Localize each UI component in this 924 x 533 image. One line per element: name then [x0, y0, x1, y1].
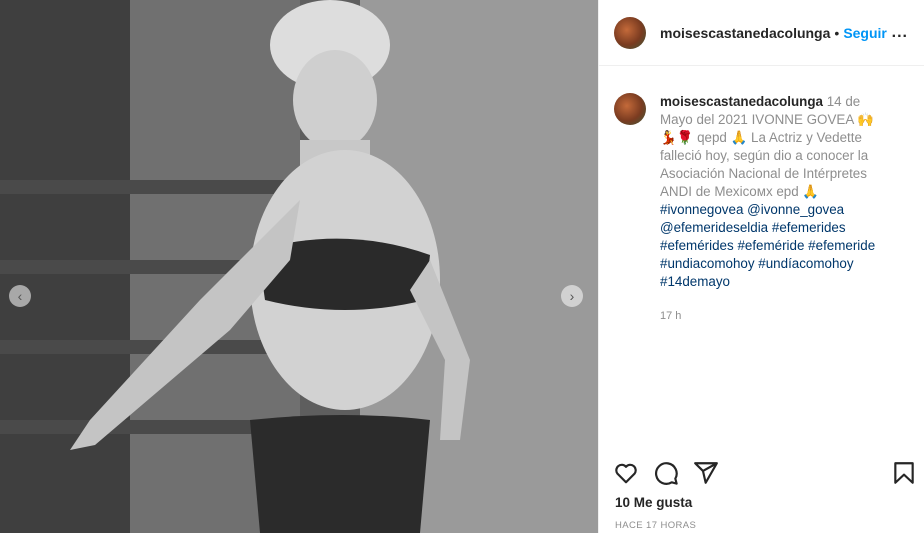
caption-time: 17 h: [660, 310, 682, 322]
like-count[interactable]: 10 Me gusta: [615, 495, 692, 510]
hashtag-link[interactable]: #14demayo: [660, 274, 730, 289]
chevron-right-icon: ›: [569, 288, 575, 304]
hashtag-link[interactable]: #efemeride: [808, 238, 875, 253]
comment-bubble-icon[interactable]: [653, 460, 679, 486]
post-photo: [0, 0, 598, 533]
action-bar: [613, 460, 917, 486]
avatar[interactable]: [614, 16, 646, 49]
separator-dot: •: [834, 24, 840, 41]
carousel-next-button[interactable]: ›: [561, 285, 583, 307]
more-options-icon[interactable]: ...: [892, 24, 908, 42]
hashtag-link[interactable]: #ivonnegovea: [660, 202, 743, 217]
post-viewer: ‹ › moisescastanedacolunga • Seguir ... …: [0, 0, 924, 533]
hashtag-link[interactable]: #undiacomohoy: [660, 256, 755, 271]
hashtag-link[interactable]: #undíacomohoy: [758, 256, 853, 271]
username-link[interactable]: moisescastanedacolunga: [660, 25, 830, 41]
mention-link[interactable]: @efemerideseldia: [660, 220, 768, 235]
caption-username-link[interactable]: moisescastanedacolunga: [660, 94, 823, 109]
post-media[interactable]: ‹ ›: [0, 0, 598, 533]
hashtag-link[interactable]: #efeméride: [737, 238, 804, 253]
mention-link[interactable]: @ivonne_govea: [747, 202, 844, 217]
post-sidebar: moisescastanedacolunga • Seguir ... mois…: [598, 0, 924, 533]
caption-avatar[interactable]: [614, 93, 646, 125]
heart-icon[interactable]: [613, 460, 639, 486]
post-timestamp[interactable]: HACE 17 HORAS: [615, 520, 696, 531]
caption-text: moisescastanedacolunga 14 de Mayo del 20…: [660, 93, 890, 325]
hashtag-link[interactable]: #efemerides: [772, 220, 846, 235]
caption: moisescastanedacolunga 14 de Mayo del 20…: [599, 66, 924, 325]
bookmark-icon[interactable]: [891, 460, 917, 486]
paper-plane-icon[interactable]: [693, 460, 719, 486]
hashtag-link[interactable]: #efemérides: [660, 238, 734, 253]
post-header: moisescastanedacolunga • Seguir ...: [599, 0, 924, 66]
follow-button[interactable]: Seguir: [843, 25, 887, 41]
chevron-left-icon: ‹: [17, 288, 23, 304]
carousel-prev-button[interactable]: ‹: [9, 285, 31, 307]
